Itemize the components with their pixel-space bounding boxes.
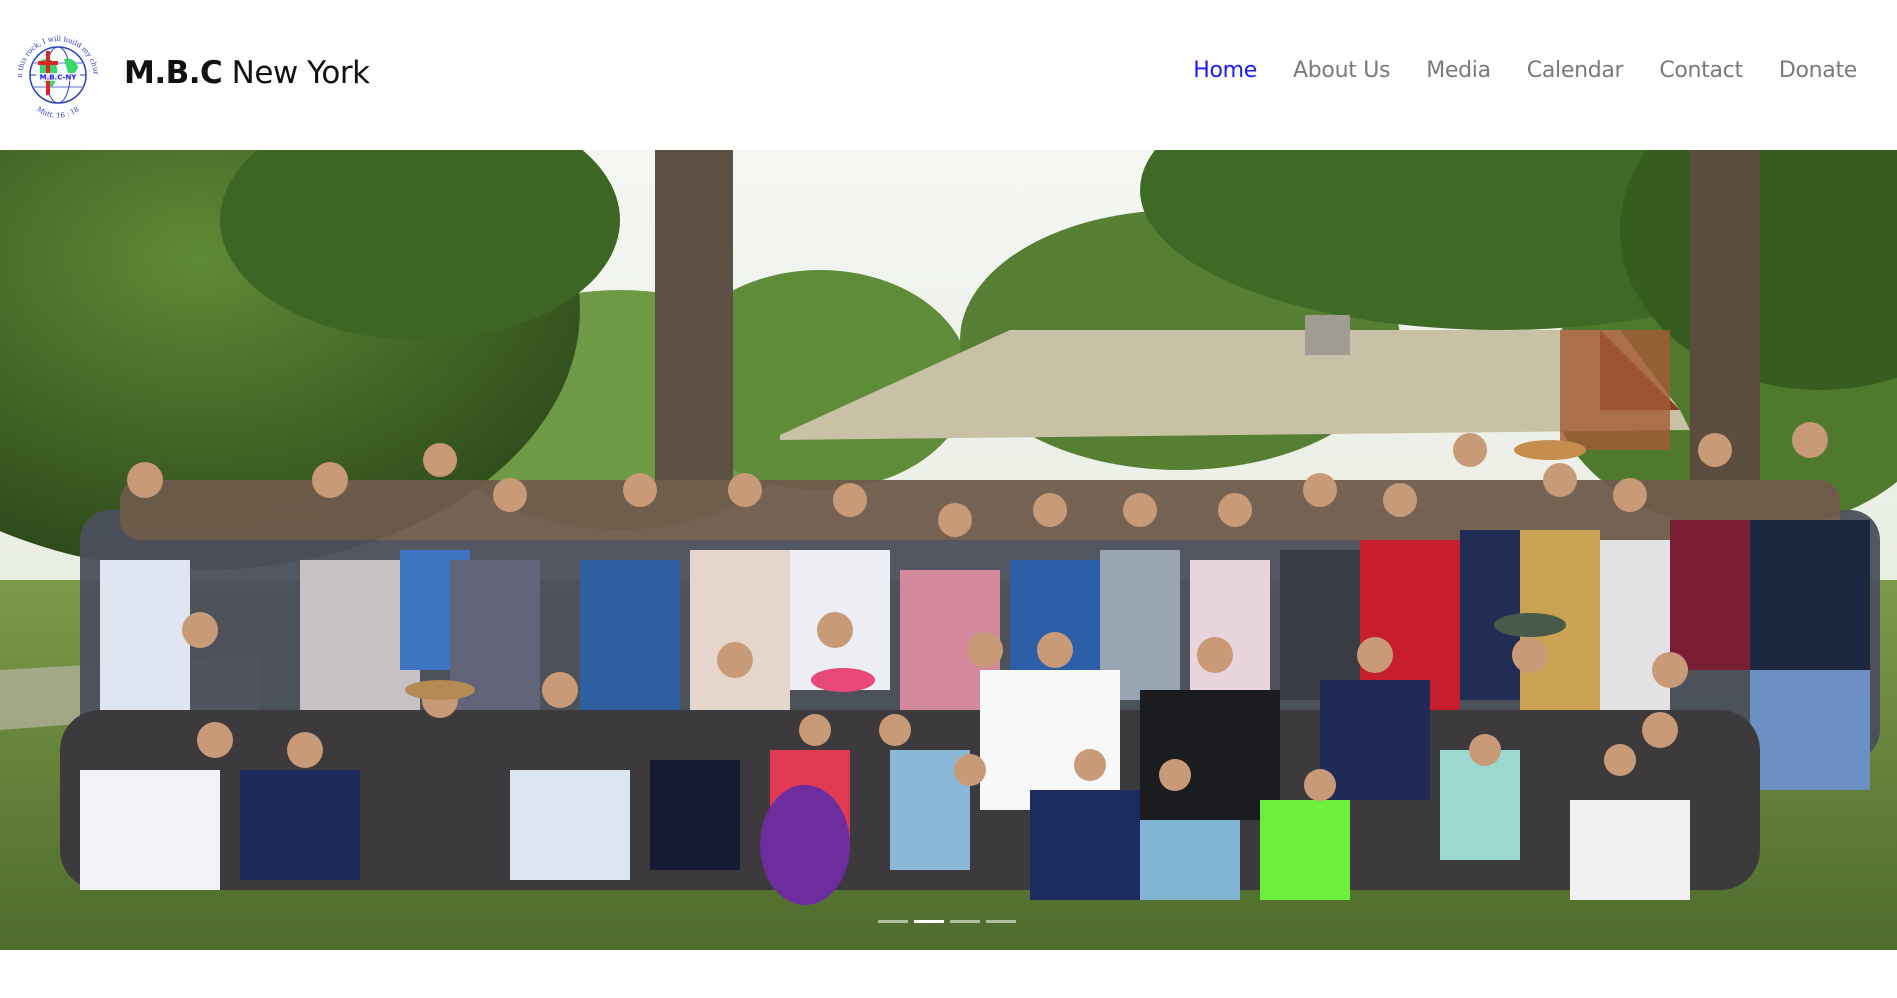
nav-media[interactable]: Media [1426,58,1491,83]
site-header: M.B.C-NY On this rock, I will build my c… [0,0,1897,150]
nav-home[interactable]: Home [1193,58,1257,83]
slider-dot-2[interactable] [914,920,944,923]
slider-dot-4[interactable] [986,920,1016,923]
main-nav: Home About Us Media Calendar Contact Don… [1157,58,1857,83]
slider-dots [878,920,1016,923]
nav-about-us[interactable]: About Us [1293,58,1391,83]
nav-contact[interactable]: Contact [1659,58,1743,83]
logo-bottom-text: Matt. 16 : 18 [35,105,80,120]
nav-donate[interactable]: Donate [1779,58,1857,83]
site-title: M.B.C New York [124,55,370,91]
svg-text:Matt. 16 : 18: Matt. 16 : 18 [35,105,80,120]
slider-dot-1[interactable] [878,920,908,923]
site-title-strong: M.B.C [124,55,223,91]
church-logo: M.B.C-NY On this rock, I will build my c… [10,25,100,120]
brand-link[interactable]: M.B.C-NY On this rock, I will build my c… [10,25,370,121]
hero-slider[interactable] [0,150,1897,950]
slider-dot-3[interactable] [950,920,980,923]
nav-calendar[interactable]: Calendar [1527,58,1624,83]
site-title-rest: New York [231,55,370,91]
logo-center-text: M.B.C-NY [40,74,78,82]
hero-group-photo [0,150,1897,950]
